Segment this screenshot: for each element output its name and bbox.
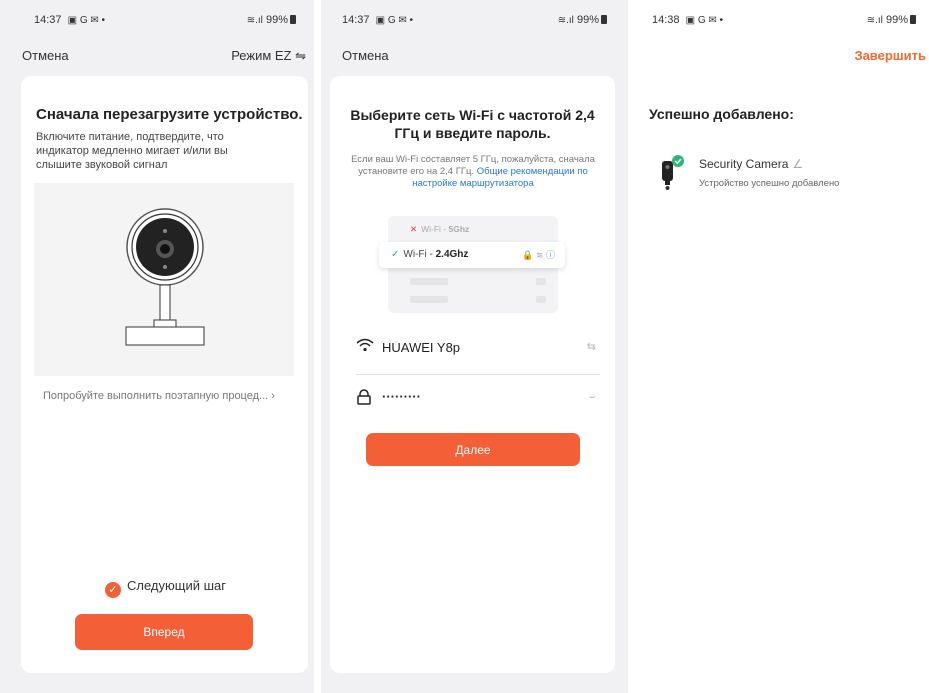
camera-illustration — [34, 183, 294, 376]
screen-device-added: 14:38 ▣ G ✉ • ≋.ıl 99% Завершить Успешно… — [628, 0, 929, 693]
battery-icon — [290, 15, 296, 24]
security-camera-icon — [658, 155, 684, 190]
page-title: Выберите сеть Wi-Fi с частотой 2,4 ГГц и… — [350, 107, 595, 141]
show-password-icon[interactable]: ⌣ — [589, 391, 596, 404]
wifi-hint: Если ваш Wi-Fi составляет 5 ГГц, пожалуй… — [351, 154, 595, 189]
status-bar: 14:37 ▣ G ✉ • ≋.ıl 99% — [0, 14, 314, 28]
status-time: 14:38 — [652, 14, 680, 26]
password-field[interactable]: ········· ⌣ — [356, 389, 596, 409]
cancel-button[interactable]: Отмена — [342, 48, 389, 63]
check-icon: ✓ — [391, 249, 400, 260]
notification-icons: ▣ G ✉ • — [67, 15, 106, 26]
battery-icon — [910, 15, 916, 24]
nav-bar: Отмена — [321, 48, 628, 66]
status-bar: 14:37 ▣ G ✉ • ≋.ıl 99% — [321, 14, 628, 28]
screen-reset-device: 14:37 ▣ G ✉ • ≋.ıl 99% Отмена Режим EZ ⇋… — [0, 0, 314, 693]
next-button[interactable]: Далее — [366, 433, 580, 466]
battery-percent: 99% — [265, 14, 288, 26]
wifi-name-field[interactable]: HUAWEI Y8p ⇆ — [356, 338, 596, 358]
battery-percent: 99% — [885, 14, 908, 26]
forward-button[interactable]: Вперед — [75, 614, 253, 650]
notification-icons: ▣ G ✉ • — [375, 15, 414, 26]
edit-icon[interactable]: ∠ — [792, 157, 803, 171]
finish-button[interactable]: Завершить — [854, 48, 926, 63]
placeholder-bar — [410, 296, 448, 303]
wifi-signal-icon: ≋.ıl — [866, 15, 883, 26]
placeholder-bar — [536, 296, 546, 303]
instruction-card: Сначала перезагрузите устройство. Включи… — [21, 76, 308, 673]
password-value: ········· — [382, 389, 421, 404]
page-title: Успешно добавлено: — [649, 106, 794, 122]
battery-percent: 99% — [576, 14, 599, 26]
wifi-icon — [356, 338, 376, 355]
device-name: Security Camera — [699, 157, 789, 171]
cancel-button[interactable]: Отмена — [22, 48, 69, 63]
divider — [356, 374, 600, 375]
battery-icon — [601, 15, 607, 24]
wifi-signal-icon: ≋.ıl — [246, 15, 263, 26]
nav-bar: Завершить — [628, 48, 929, 66]
placeholder-bar — [536, 278, 546, 285]
notification-icons: ▣ G ✉ • — [685, 15, 724, 26]
status-time: 14:37 — [342, 14, 370, 26]
step-by-step-link[interactable]: Попробуйте выполнить поэтапную процед...… — [43, 390, 303, 402]
camera-icon — [125, 208, 205, 346]
placeholder-bar — [410, 278, 448, 285]
page-title: Сначала перезагрузите устройство. — [36, 106, 303, 123]
wifi-illustration: ✕ Wi-Fi - 5Ghz ✓ Wi-Fi - 2.4Ghz 🔒 ≋ ⓘ — [379, 216, 565, 313]
wifi-24g-row: ✓ Wi-Fi - 2.4Ghz 🔒 ≋ ⓘ — [379, 242, 565, 268]
wifi-name-value: HUAWEI Y8p — [382, 340, 461, 355]
ez-mode-button[interactable]: Режим EZ ⇋ — [231, 48, 306, 64]
check-icon: ✓ — [105, 582, 121, 598]
cross-icon: ✕ — [410, 224, 418, 234]
nav-bar: Отмена Режим EZ ⇋ — [0, 48, 314, 66]
switch-network-icon[interactable]: ⇆ — [587, 340, 596, 353]
next-step-label: Следующий шаг — [127, 578, 226, 593]
status-time: 14:37 — [34, 14, 62, 26]
wifi-signal-icon: ≋.ıl — [557, 15, 574, 26]
wifi-5g-row: ✕ Wi-Fi - 5Ghz — [410, 224, 470, 234]
device-status: Устройство успешно добавлено — [699, 178, 840, 189]
screen-wifi-setup: 14:37 ▣ G ✉ • ≋.ıl 99% Отмена Выберите с… — [321, 0, 628, 693]
next-step-checkbox[interactable]: ✓ Следующий шаг — [105, 578, 226, 598]
lock-wifi-info-icons: 🔒 ≋ ⓘ — [522, 250, 555, 260]
lock-icon — [356, 389, 376, 408]
instruction-text: Включите питание, подтвердите, что индик… — [36, 131, 228, 171]
status-bar: 14:38 ▣ G ✉ • ≋.ıl 99% — [628, 14, 929, 28]
device-item[interactable]: Security Camera ∠ Устройство успешно доба… — [658, 150, 918, 190]
wifi-card: Выберите сеть Wi-Fi с частотой 2,4 ГГц и… — [330, 76, 615, 673]
